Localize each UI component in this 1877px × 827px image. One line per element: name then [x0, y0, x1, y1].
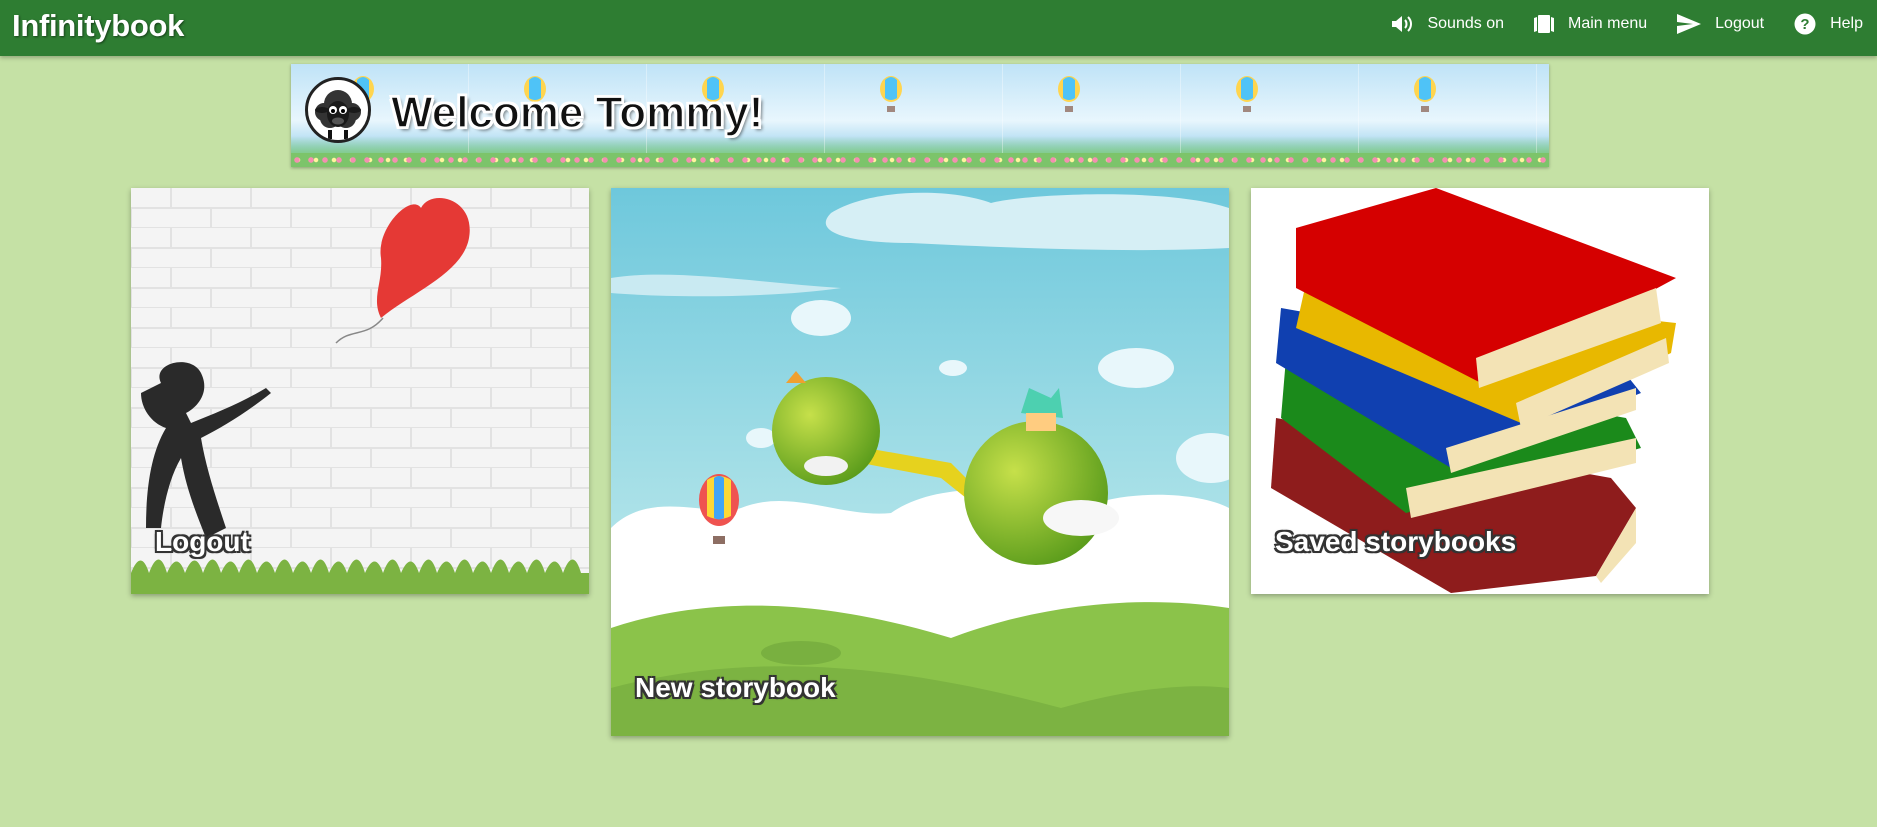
nav-main-menu-button[interactable]: Main menu — [1534, 15, 1647, 33]
send-icon — [1677, 14, 1702, 34]
nav-main-menu-label: Main menu — [1568, 15, 1648, 32]
brand-logo[interactable]: Infinitybook — [12, 8, 184, 44]
new-storybook-card-label: New storybook — [635, 672, 836, 703]
nav-logout-label: Logout — [1715, 15, 1765, 32]
svg-text:?: ? — [1801, 16, 1810, 33]
flower-border — [291, 153, 1549, 167]
banner-tile — [1003, 64, 1181, 167]
logout-card[interactable]: Logout — [131, 188, 589, 594]
top-navbar: Infinitybook Sounds on Main menu Logout … — [0, 0, 1877, 56]
hot-air-balloon-icon — [1236, 76, 1258, 112]
nav-logout-button[interactable]: Logout — [1677, 14, 1764, 34]
sheep-avatar-icon — [305, 77, 371, 143]
nav-sounds-label: Sounds on — [1427, 15, 1504, 32]
nav-sounds-button[interactable]: Sounds on — [1391, 14, 1504, 34]
floating-islands-image — [611, 188, 1229, 736]
hot-air-balloon-icon — [1058, 76, 1080, 112]
welcome-banner: Welcome Tommy! — [291, 64, 1549, 167]
nav-menu: Sounds on Main menu Logout ? Help — [1391, 0, 1863, 48]
hot-air-balloon-icon — [880, 76, 902, 112]
nav-help-label: Help — [1830, 15, 1863, 32]
book-icon — [1534, 15, 1554, 33]
saved-storybooks-card-label: Saved storybooks — [1275, 526, 1517, 557]
banner-tile — [1359, 64, 1537, 167]
welcome-heading: Welcome Tommy! — [390, 87, 764, 138]
banner-tile — [825, 64, 1003, 167]
saved-storybooks-card[interactable]: Saved storybooks — [1251, 188, 1709, 594]
nav-help-button[interactable]: ? Help — [1794, 13, 1863, 35]
banner-tile — [1181, 64, 1359, 167]
speaker-icon — [1391, 14, 1413, 34]
logout-card-label: Logout — [155, 526, 250, 557]
new-storybook-card[interactable]: New storybook — [611, 188, 1229, 736]
hot-air-balloon-icon — [1414, 76, 1436, 112]
help-icon: ? — [1794, 13, 1816, 35]
